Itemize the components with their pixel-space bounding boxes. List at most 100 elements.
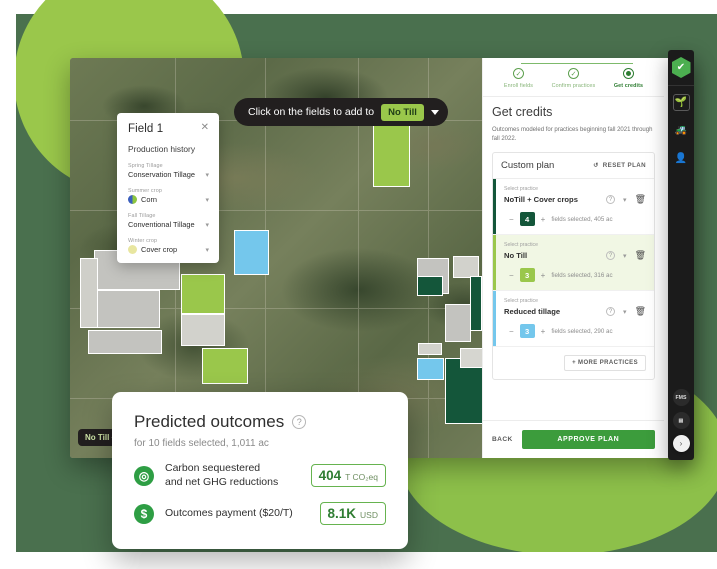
outcomes-unit: T CO₂eq — [345, 472, 378, 483]
stepper-label: Get credits — [613, 83, 644, 89]
practice-row-no-till[interactable]: Select practice No Till ? ▾ 🗑 − 3 + fiel… — [493, 235, 654, 291]
rail-divider — [668, 85, 694, 86]
map-field-gray-4[interactable] — [88, 330, 162, 354]
chevron-down-icon[interactable]: ▾ — [623, 196, 627, 204]
field-card-section-title: Production history — [128, 144, 196, 154]
decrement-button[interactable]: − — [509, 271, 514, 280]
map-field-lime-1[interactable] — [373, 117, 410, 187]
outcomes-label-line2: and net GHG reductions — [165, 475, 279, 488]
chevron-down-icon[interactable]: ▾ — [623, 252, 627, 260]
trash-icon[interactable]: 🗑 — [635, 306, 646, 317]
practice-field-stepper[interactable]: − 3 + fields selected, 316 ac — [504, 268, 646, 282]
field-row-value: Conservation Tillage — [128, 170, 195, 179]
field-card-row-spring-tillage[interactable]: Spring Tillage Conservation Tillage ▾ — [128, 163, 209, 179]
user-account-icon[interactable]: 👤 — [673, 150, 690, 167]
practice-count: 4 — [519, 212, 535, 226]
progress-stepper: ✓ Enroll fields ✓ Confirm practices Get … — [483, 58, 664, 97]
chevron-down-icon[interactable]: ▾ — [623, 308, 627, 316]
practice-name: Reduced tillage — [504, 307, 561, 316]
field-row-value: Cover crop — [141, 245, 178, 254]
map-field-lime-3[interactable] — [202, 348, 248, 384]
practice-select-label: Select practice — [504, 186, 539, 192]
get-credits-panel: ✓ Enroll fields ✓ Confirm practices Get … — [482, 58, 664, 458]
question-icon[interactable]: ? — [292, 415, 307, 429]
field-card-row-winter-crop[interactable]: Winter crop Cover crop ▾ — [128, 238, 209, 254]
trash-icon[interactable]: 🗑 — [635, 194, 646, 205]
field-info-card: Field 1 ✕ Production history Spring Till… — [117, 113, 219, 263]
tractor-icon[interactable]: 🚜 — [673, 122, 690, 139]
field-card-row-summer-crop[interactable]: Summer crop Corn ▾ — [128, 188, 209, 204]
chevron-down-icon[interactable]: ▾ — [205, 171, 209, 179]
fms-badge[interactable]: FMS — [672, 389, 690, 406]
map-field-gray-5[interactable] — [80, 258, 98, 328]
current-step-dot-icon — [623, 68, 634, 79]
practice-field-stepper[interactable]: − 4 + fields selected, 405 ac — [504, 212, 646, 226]
map-practice-badge[interactable]: No Till — [381, 103, 424, 121]
stepper-connector-2 — [576, 63, 633, 65]
close-icon[interactable]: ✕ — [201, 123, 209, 133]
decrement-button[interactable]: − — [509, 327, 514, 336]
stepper-step-get-credits[interactable]: Get credits — [601, 68, 656, 89]
map-field-lime-2[interactable] — [181, 274, 225, 314]
reset-plan-button[interactable]: ↺ RESET PLAN — [593, 162, 646, 169]
field-scout-icon[interactable]: 🌱 — [672, 94, 690, 111]
map-field-gray-7[interactable] — [453, 256, 479, 278]
question-icon[interactable]: ? — [606, 251, 616, 260]
field-card-header: Field 1 ✕ — [128, 123, 209, 136]
corn-icon — [128, 195, 137, 204]
map-instruction-pill[interactable]: Click on the fields to add to No Till — [234, 98, 448, 126]
stepper-step-enroll-fields[interactable]: ✓ Enroll fields — [491, 68, 546, 89]
back-button[interactable]: BACK — [492, 436, 513, 443]
practice-summary: fields selected, 316 ac — [551, 271, 613, 279]
map-field-blue-1[interactable] — [234, 230, 269, 275]
field-row-value: Conventional Tillage — [128, 220, 195, 229]
field-row-label: Fall Tillage — [128, 213, 156, 219]
map-field-green-2[interactable] — [470, 276, 482, 331]
map-field-gray-3[interactable] — [88, 290, 160, 328]
leaf-check-logo[interactable]: ✔ — [671, 57, 691, 78]
map-field-gray-1[interactable] — [181, 314, 225, 346]
field-row-label: Spring Tillage — [128, 163, 163, 169]
chevron-down-icon[interactable] — [430, 109, 439, 115]
map-field-blue-2[interactable] — [417, 358, 444, 380]
check-icon: ✓ — [513, 68, 524, 79]
question-icon[interactable]: ? — [606, 307, 616, 316]
chevron-right-icon[interactable]: › — [672, 435, 690, 452]
reset-plan-label: RESET PLAN — [602, 162, 646, 169]
decrement-button[interactable]: − — [509, 215, 514, 224]
stepper-label: Enroll fields — [503, 83, 534, 89]
rail-bottom-group: FMS ▤ › — [668, 389, 694, 452]
practice-count: 3 — [519, 324, 535, 338]
approve-plan-button[interactable]: APPROVE PLAN — [521, 430, 655, 449]
chat-icon[interactable]: ▤ — [672, 412, 690, 429]
outcomes-value: 404 — [318, 468, 342, 484]
chevron-down-icon[interactable]: ▾ — [205, 246, 209, 254]
map-field-green-1[interactable] — [417, 276, 443, 296]
increment-button[interactable]: + — [541, 327, 546, 336]
chevron-down-icon[interactable]: ▾ — [205, 221, 209, 229]
map-field-gray-8[interactable] — [445, 304, 471, 342]
field-card-row-fall-tillage[interactable]: Fall Tillage Conventional Tillage ▾ — [128, 213, 209, 229]
map-field-gray-9[interactable] — [418, 343, 442, 355]
outcomes-unit: USD — [360, 510, 378, 521]
practice-row-reduced-tillage[interactable]: Select practice Reduced tillage ? ▾ 🗑 − — [493, 291, 654, 347]
predicted-outcomes-card: Predicted outcomes ? for 10 fields selec… — [112, 392, 408, 549]
stepper-label: Confirm practices — [551, 83, 596, 89]
app-sidebar-rail: ✔ 🌱 🚜 👤 FMS ▤ › — [668, 50, 694, 460]
practice-field-stepper[interactable]: − 3 + fields selected, 290 ac — [504, 324, 646, 338]
stepper-step-confirm-practices[interactable]: ✓ Confirm practices — [546, 68, 601, 89]
increment-button[interactable]: + — [541, 271, 546, 280]
plan-name: Custom plan — [501, 160, 555, 171]
question-icon[interactable]: ? — [606, 195, 616, 204]
practice-summary: fields selected, 290 ac — [551, 327, 613, 335]
practice-row-notill-cover-crops[interactable]: Select practice NoTill + Cover crops ? ▾… — [493, 179, 654, 235]
trash-icon[interactable]: 🗑 — [635, 250, 646, 261]
chevron-down-icon[interactable]: ▾ — [205, 196, 209, 204]
check-icon: ✓ — [568, 68, 579, 79]
outcomes-subtitle: for 10 fields selected, 1,011 ac — [134, 438, 269, 449]
more-practices-button[interactable]: + MORE PRACTICES — [564, 355, 646, 371]
increment-button[interactable]: + — [541, 215, 546, 224]
carbon-icon: ◎ — [134, 465, 154, 486]
outcomes-value-badge-payment: 8.1K USD — [319, 502, 386, 526]
map-field-gray-10[interactable] — [460, 348, 482, 368]
